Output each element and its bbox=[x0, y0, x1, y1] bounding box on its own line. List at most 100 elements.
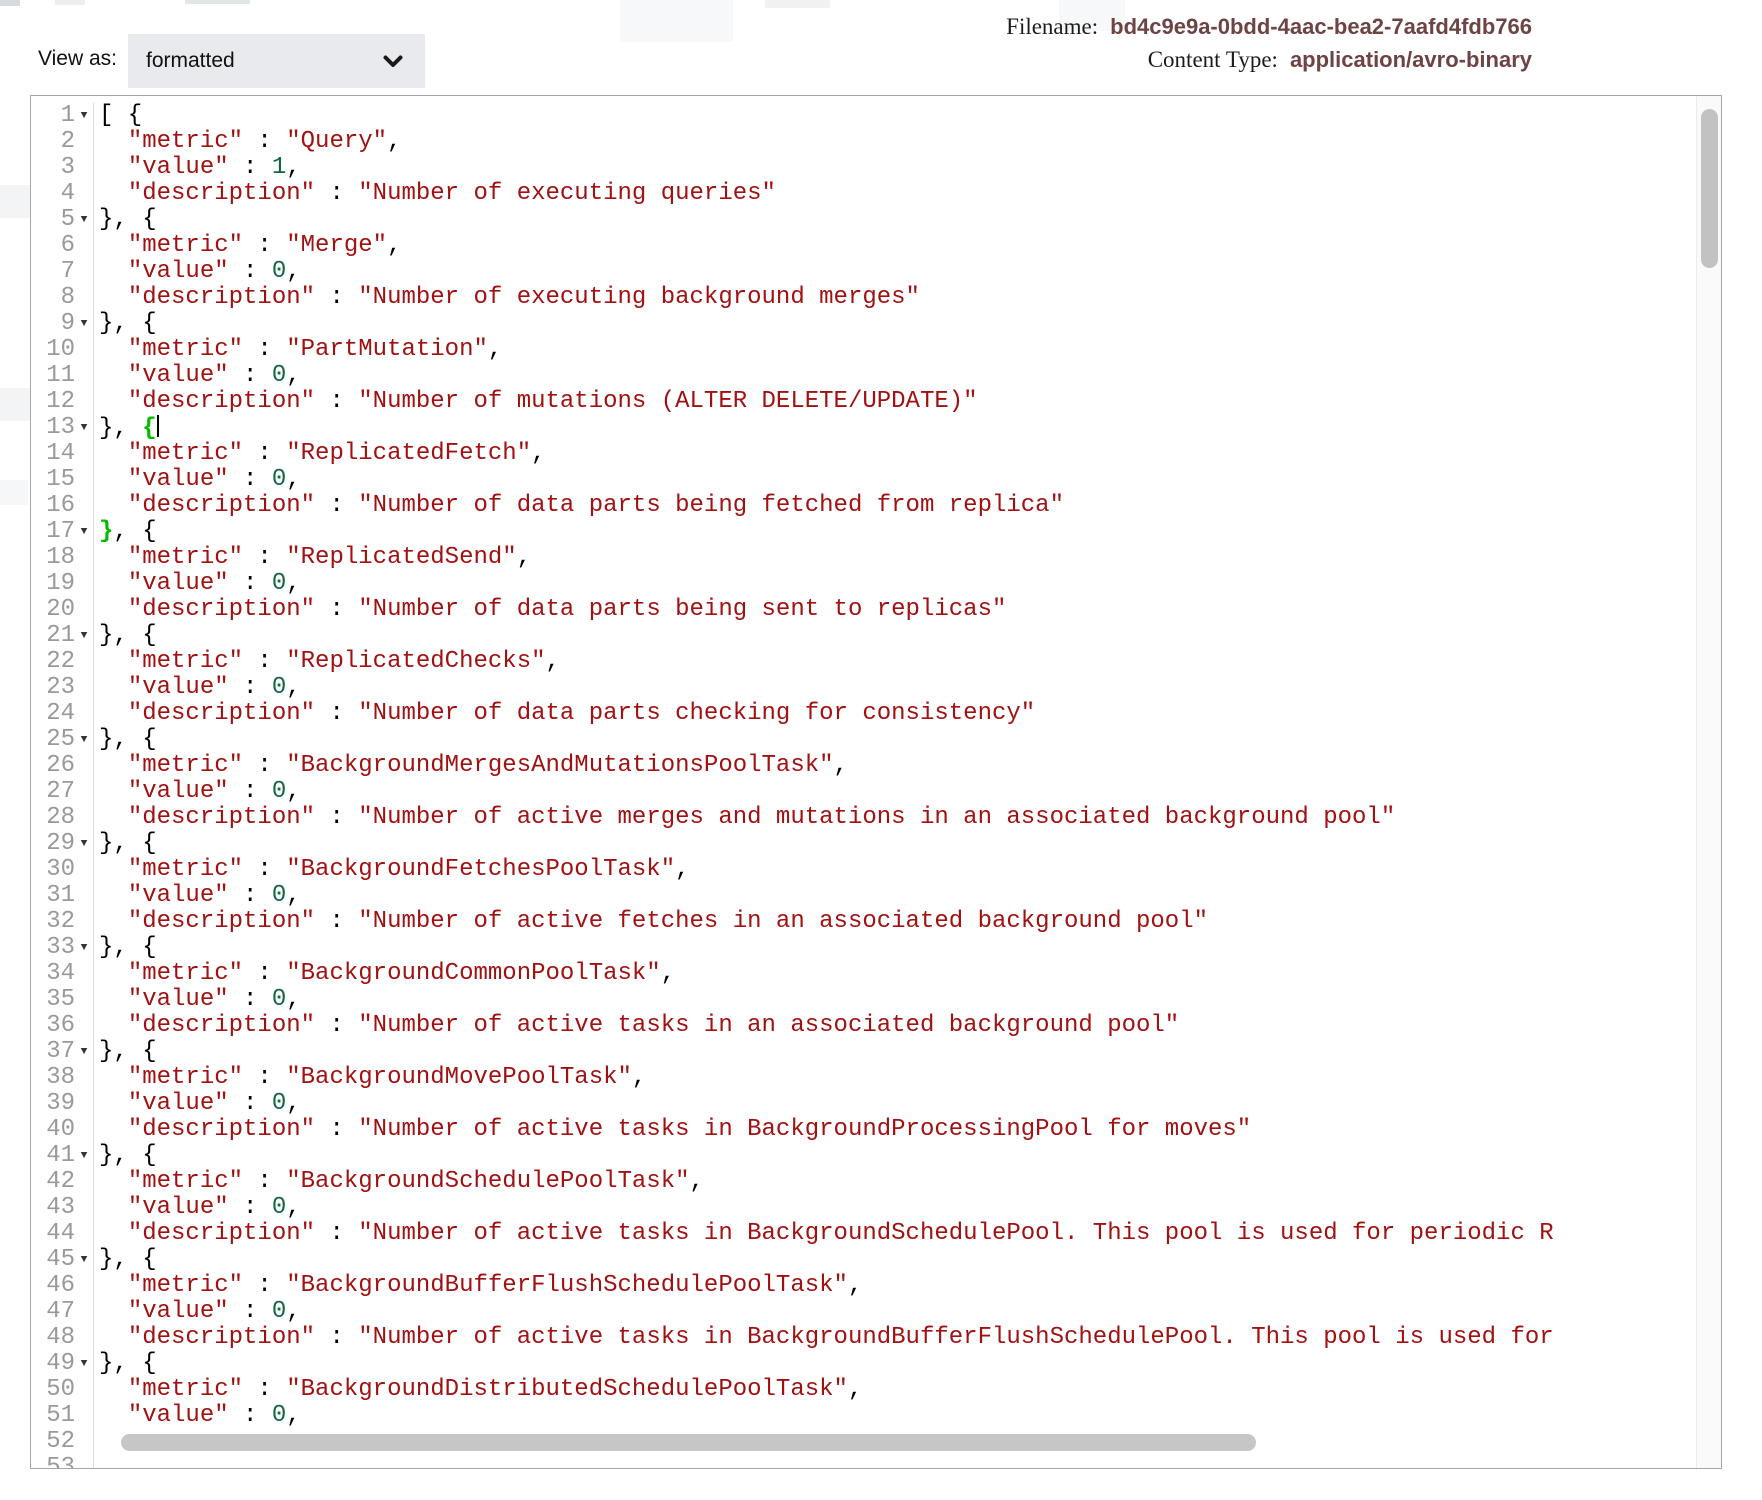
line-number-gutter: 34 bbox=[31, 961, 94, 987]
code-text: }, { bbox=[94, 1351, 1697, 1377]
code-line[interactable]: 20 "description" : "Number of data parts… bbox=[31, 597, 1721, 623]
code-text: }, { bbox=[94, 519, 1697, 545]
code-line[interactable]: 2 "metric" : "Query", bbox=[31, 129, 1721, 155]
code-line[interactable]: 29▼}, { bbox=[31, 831, 1721, 857]
code-line[interactable]: 24 "description" : "Number of data parts… bbox=[31, 701, 1721, 727]
code-text: }, { bbox=[94, 1143, 1697, 1169]
code-line[interactable]: 9▼}, { bbox=[31, 311, 1721, 337]
code-editor[interactable]: 1▼[ {2 "metric" : "Query",3 "value" : 1,… bbox=[30, 95, 1722, 1469]
code-text: "description" : "Number of active tasks … bbox=[94, 1117, 1697, 1143]
code-line[interactable]: 19 "value" : 0, bbox=[31, 571, 1721, 597]
code-line[interactable]: 35 "value" : 0, bbox=[31, 987, 1721, 1013]
code-line[interactable]: 48 "description" : "Number of active tas… bbox=[31, 1325, 1721, 1351]
code-line[interactable]: 13▼}, { bbox=[31, 415, 1721, 441]
code-line[interactable]: 39 "value" : 0, bbox=[31, 1091, 1721, 1117]
line-number: 4 bbox=[33, 181, 75, 207]
code-line[interactable]: 26 "metric" : "BackgroundMergesAndMutati… bbox=[31, 753, 1721, 779]
line-number: 14 bbox=[33, 441, 75, 467]
code-line[interactable]: 21▼}, { bbox=[31, 623, 1721, 649]
line-number: 48 bbox=[33, 1325, 75, 1351]
fold-arrow-icon[interactable]: ▼ bbox=[75, 831, 93, 857]
fold-arrow-icon[interactable]: ▼ bbox=[75, 1247, 93, 1273]
code-text: }, { bbox=[94, 623, 1697, 649]
fold-arrow-icon[interactable]: ▼ bbox=[75, 103, 93, 129]
code-text: "value" : 0, bbox=[94, 571, 1697, 597]
code-text: "description" : "Number of active tasks … bbox=[94, 1221, 1697, 1247]
vertical-scrollbar-thumb[interactable] bbox=[1701, 109, 1718, 268]
code-text: }, { bbox=[94, 1247, 1697, 1273]
code-line[interactable]: 22 "metric" : "ReplicatedChecks", bbox=[31, 649, 1721, 675]
fold-arrow-icon[interactable]: ▼ bbox=[75, 519, 93, 545]
code-line[interactable]: 37▼}, { bbox=[31, 1039, 1721, 1065]
code-line[interactable]: 11 "value" : 0, bbox=[31, 363, 1721, 389]
code-line[interactable]: 23 "value" : 0, bbox=[31, 675, 1721, 701]
line-number-gutter: 22 bbox=[31, 649, 94, 675]
line-number: 45 bbox=[33, 1247, 75, 1273]
horizontal-scrollbar-thumb[interactable] bbox=[121, 1434, 1256, 1451]
code-line[interactable]: 12 "description" : "Number of mutations … bbox=[31, 389, 1721, 415]
code-line[interactable]: 30 "metric" : "BackgroundFetchesPoolTask… bbox=[31, 857, 1721, 883]
code-line[interactable]: 38 "metric" : "BackgroundMovePoolTask", bbox=[31, 1065, 1721, 1091]
code-line[interactable]: 17▼}, { bbox=[31, 519, 1721, 545]
code-line[interactable]: 42 "metric" : "BackgroundSchedulePoolTas… bbox=[31, 1169, 1721, 1195]
code-line[interactable]: 10 "metric" : "PartMutation", bbox=[31, 337, 1721, 363]
line-number-gutter: 51 bbox=[31, 1403, 94, 1429]
code-line[interactable]: 32 "description" : "Number of active fet… bbox=[31, 909, 1721, 935]
code-line[interactable]: 28 "description" : "Number of active mer… bbox=[31, 805, 1721, 831]
fold-arrow-icon[interactable]: ▼ bbox=[75, 1351, 93, 1377]
line-number-gutter: 8 bbox=[31, 285, 94, 311]
background-fragment bbox=[620, 0, 733, 42]
line-number-gutter: 45▼ bbox=[31, 1247, 94, 1273]
fold-arrow-icon[interactable]: ▼ bbox=[75, 207, 93, 233]
code-line[interactable]: 46 "metric" : "BackgroundBufferFlushSche… bbox=[31, 1273, 1721, 1299]
code-line[interactable]: 43 "value" : 0, bbox=[31, 1195, 1721, 1221]
line-number: 29 bbox=[33, 831, 75, 857]
code-line[interactable]: 47 "value" : 0, bbox=[31, 1299, 1721, 1325]
message-metadata: Filename: bd4c9e9a-0bdd-4aac-bea2-7aafd4… bbox=[1006, 14, 1532, 73]
code-line[interactable]: 3 "value" : 1, bbox=[31, 155, 1721, 181]
line-number-gutter: 16 bbox=[31, 493, 94, 519]
code-text: }, { bbox=[94, 415, 1697, 441]
code-line[interactable]: 4 "description" : "Number of executing q… bbox=[31, 181, 1721, 207]
code-line[interactable]: 1▼[ { bbox=[31, 103, 1721, 129]
code-line[interactable]: 7 "value" : 0, bbox=[31, 259, 1721, 285]
code-line[interactable]: 15 "value" : 0, bbox=[31, 467, 1721, 493]
code-text: "value" : 0, bbox=[94, 779, 1697, 805]
code-line[interactable]: 51 "value" : 0, bbox=[31, 1403, 1721, 1429]
view-as-select[interactable]: formatted bbox=[128, 34, 425, 88]
fold-arrow-icon[interactable]: ▼ bbox=[75, 623, 93, 649]
fold-arrow-icon[interactable]: ▼ bbox=[75, 311, 93, 337]
fold-arrow-icon[interactable]: ▼ bbox=[75, 935, 93, 961]
code-line[interactable]: 34 "metric" : "BackgroundCommonPoolTask"… bbox=[31, 961, 1721, 987]
code-text: "description" : "Number of active tasks … bbox=[94, 1325, 1697, 1351]
line-number: 39 bbox=[33, 1091, 75, 1117]
content-type-value: application/avro-binary bbox=[1290, 47, 1532, 73]
code-line[interactable]: 45▼}, { bbox=[31, 1247, 1721, 1273]
code-line[interactable]: 6 "metric" : "Merge", bbox=[31, 233, 1721, 259]
code-line[interactable]: 27 "value" : 0, bbox=[31, 779, 1721, 805]
code-line[interactable]: 40 "description" : "Number of active tas… bbox=[31, 1117, 1721, 1143]
code-text: "value" : 0, bbox=[94, 1403, 1697, 1429]
code-line[interactable]: 41▼}, { bbox=[31, 1143, 1721, 1169]
code-line[interactable]: 14 "metric" : "ReplicatedFetch", bbox=[31, 441, 1721, 467]
fold-arrow-icon[interactable]: ▼ bbox=[75, 1039, 93, 1065]
code-line[interactable]: 16 "description" : "Number of data parts… bbox=[31, 493, 1721, 519]
code-line[interactable]: 33▼}, { bbox=[31, 935, 1721, 961]
line-number-gutter: 21▼ bbox=[31, 623, 94, 649]
code-line[interactable]: 18 "metric" : "ReplicatedSend", bbox=[31, 545, 1721, 571]
code-line[interactable]: 5▼}, { bbox=[31, 207, 1721, 233]
code-line[interactable]: 50 "metric" : "BackgroundDistributedSche… bbox=[31, 1377, 1721, 1403]
code-line[interactable]: 53 bbox=[31, 1455, 1721, 1469]
code-line[interactable]: 49▼}, { bbox=[31, 1351, 1721, 1377]
code-line[interactable]: 8 "description" : "Number of executing b… bbox=[31, 285, 1721, 311]
fold-arrow-icon[interactable]: ▼ bbox=[75, 415, 93, 441]
line-number-gutter: 29▼ bbox=[31, 831, 94, 857]
fold-arrow-icon[interactable]: ▼ bbox=[75, 727, 93, 753]
code-line[interactable]: 31 "value" : 0, bbox=[31, 883, 1721, 909]
code-line[interactable]: 36 "description" : "Number of active tas… bbox=[31, 1013, 1721, 1039]
code-text: "value" : 0, bbox=[94, 363, 1697, 389]
vertical-scrollbar-track[interactable] bbox=[1696, 96, 1721, 1468]
code-line[interactable]: 44 "description" : "Number of active tas… bbox=[31, 1221, 1721, 1247]
fold-arrow-icon[interactable]: ▼ bbox=[75, 1143, 93, 1169]
code-line[interactable]: 25▼}, { bbox=[31, 727, 1721, 753]
